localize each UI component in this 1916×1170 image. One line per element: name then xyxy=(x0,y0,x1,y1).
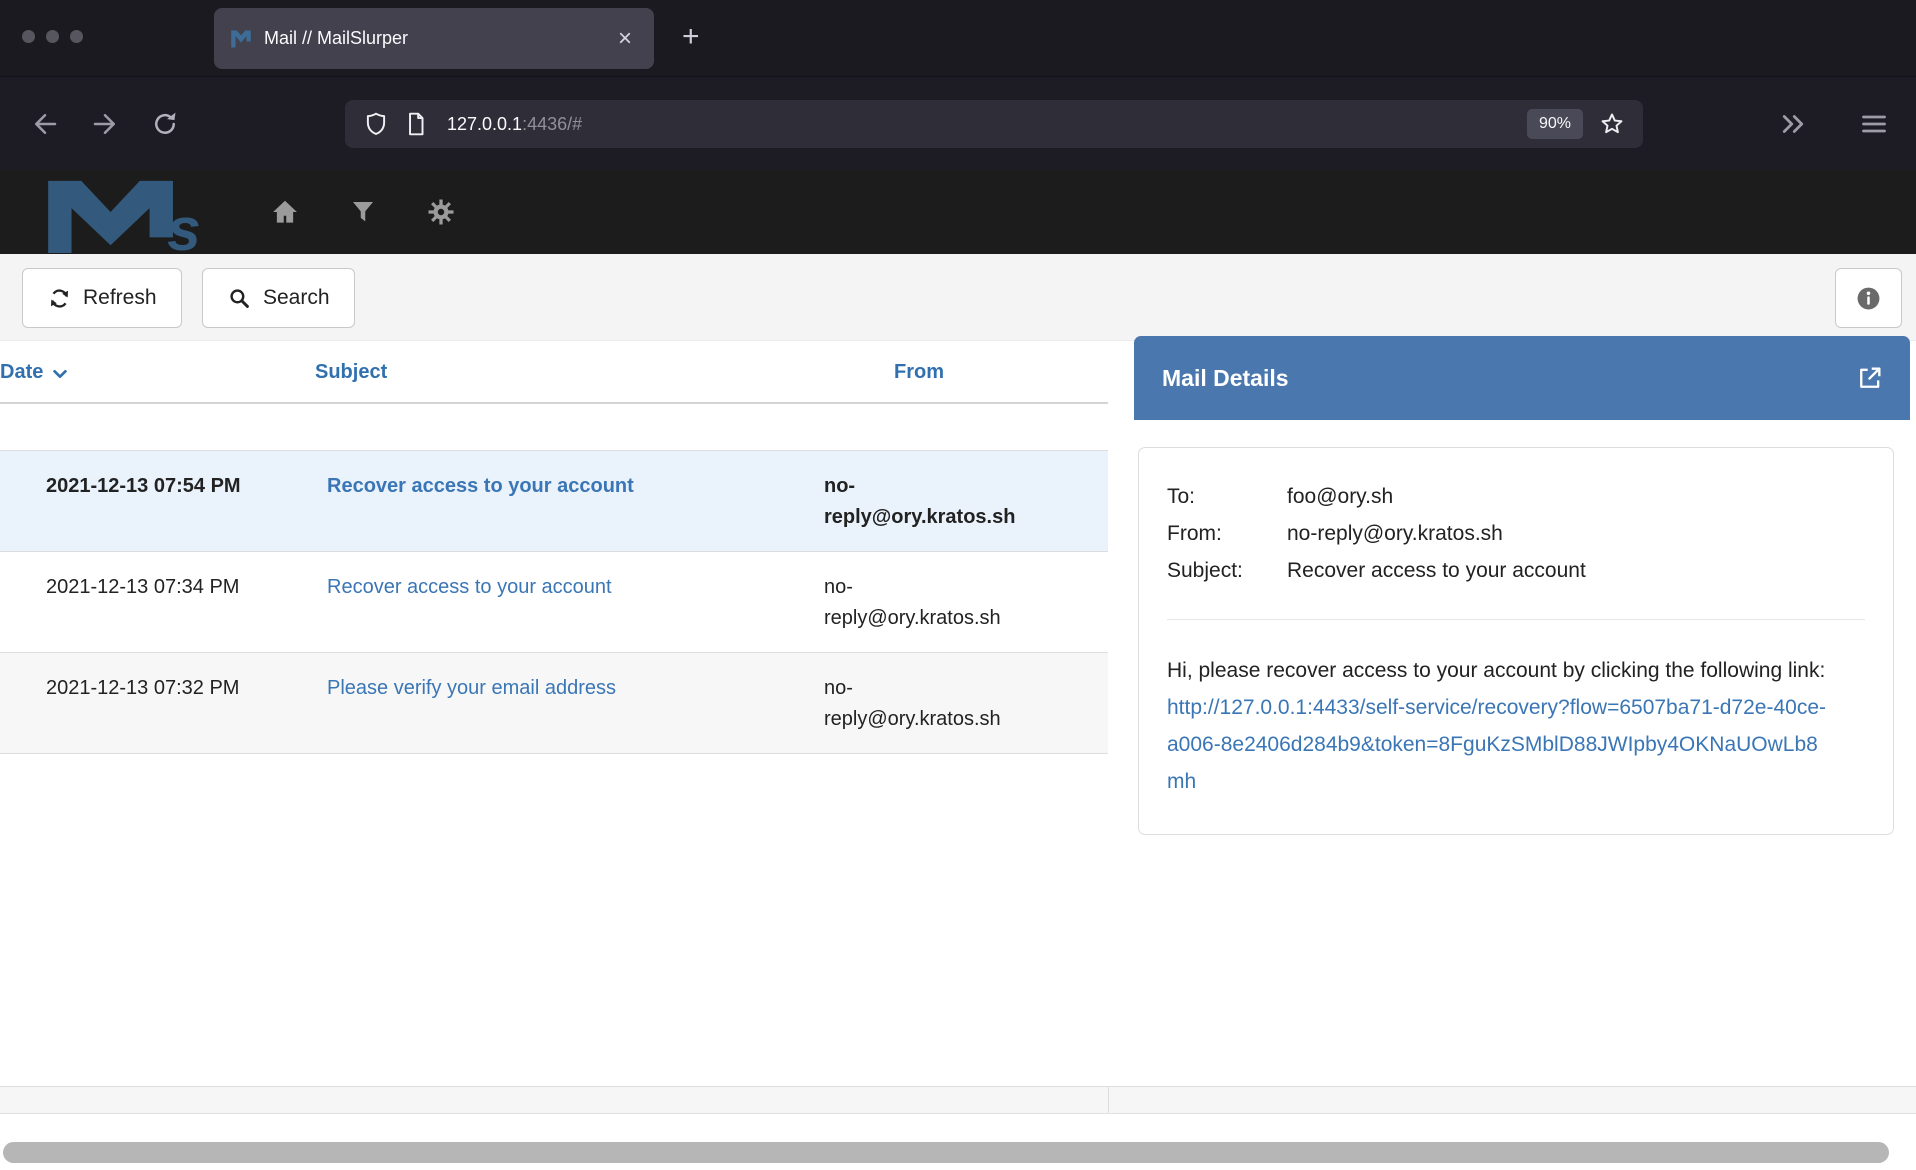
mail-row-subject: Recover access to your account xyxy=(315,451,824,551)
mail-subject-link[interactable]: Recover access to your account xyxy=(327,576,612,598)
hamburger-menu-icon[interactable] xyxy=(1860,110,1888,138)
reload-icon[interactable] xyxy=(150,109,180,139)
mail-details-card: To: foo@ory.sh From: no-reply@ory.kratos… xyxy=(1138,447,1894,835)
page-info-icon[interactable] xyxy=(403,111,429,137)
mail-subject-link[interactable]: Please verify your email address xyxy=(327,677,616,699)
horizontal-scrollbar[interactable] xyxy=(3,1142,1889,1163)
mail-table-header: Date Subject From xyxy=(0,341,1108,404)
sort-desc-chevron-icon xyxy=(51,365,69,383)
back-icon[interactable] xyxy=(30,109,60,139)
browser-navbar: 127.0.0.1:4436/# 90% xyxy=(0,76,1916,170)
mailslurper-logo: s xyxy=(34,175,230,253)
subject-label: Subject: xyxy=(1167,552,1287,589)
table-spacer xyxy=(0,404,1108,450)
home-icon[interactable] xyxy=(270,197,300,227)
column-header-subject[interactable]: Subject xyxy=(315,341,824,402)
window-controls[interactable] xyxy=(22,30,83,43)
mail-list-row[interactable]: 2021-12-13 07:54 PM Recover access to yo… xyxy=(0,450,1108,551)
search-button-label: Search xyxy=(263,286,330,310)
mail-row-date: 2021-12-13 07:32 PM xyxy=(0,653,315,753)
tab-close-icon[interactable]: × xyxy=(612,25,638,53)
url-text[interactable]: 127.0.0.1:4436/# xyxy=(447,114,1527,135)
mail-row-from: no-reply@ory.kratos.sh xyxy=(824,653,1108,753)
mail-row-date: 2021-12-13 07:34 PM xyxy=(0,552,315,652)
mail-table-body: 2021-12-13 07:54 PM Recover access to yo… xyxy=(0,450,1108,754)
from-header-label: From xyxy=(894,361,944,383)
panels-footer-strip xyxy=(0,1086,1916,1114)
date-header-label: Date xyxy=(0,357,43,388)
filter-icon[interactable] xyxy=(348,197,378,227)
from-label: From: xyxy=(1167,515,1287,552)
field-from: From: no-reply@ory.kratos.sh xyxy=(1167,515,1865,552)
to-value: foo@ory.sh xyxy=(1287,478,1393,515)
url-path: :4436/# xyxy=(522,114,582,134)
open-external-icon[interactable] xyxy=(1856,364,1884,392)
window-control-dot[interactable] xyxy=(22,30,35,43)
recovery-link[interactable]: http://127.0.0.1:4433/self-service/recov… xyxy=(1167,696,1826,793)
mailslurper-app-bar: s xyxy=(0,170,1916,254)
search-button[interactable]: Search xyxy=(202,268,355,328)
mail-row-subject: Please verify your email address xyxy=(315,653,824,753)
mail-body: Hi, please recover access to your accoun… xyxy=(1167,652,1827,800)
browser-tab[interactable]: Mail // MailSlurper × xyxy=(214,8,654,69)
subject-value: Recover access to your account xyxy=(1287,552,1586,589)
app-toolbar: Refresh Search xyxy=(0,254,1916,341)
footer-panel-divider xyxy=(1108,1087,1109,1113)
details-divider xyxy=(1167,619,1865,620)
mail-list-row[interactable]: 2021-12-13 07:32 PM Please verify your e… xyxy=(0,652,1108,754)
field-subject: Subject: Recover access to your account xyxy=(1167,552,1865,589)
mail-list-row[interactable]: 2021-12-13 07:34 PM Recover access to yo… xyxy=(0,551,1108,652)
overflow-chevrons-icon[interactable] xyxy=(1778,109,1808,139)
zoom-level-badge[interactable]: 90% xyxy=(1527,109,1583,139)
refresh-button[interactable]: Refresh xyxy=(22,268,182,328)
search-icon xyxy=(227,286,252,311)
field-to: To: foo@ory.sh xyxy=(1167,478,1865,515)
info-button[interactable] xyxy=(1835,268,1902,328)
mail-row-date: 2021-12-13 07:54 PM xyxy=(0,451,315,551)
gear-icon[interactable] xyxy=(426,197,456,227)
mail-subject-link[interactable]: Recover access to your account xyxy=(327,475,634,497)
tab-title: Mail // MailSlurper xyxy=(264,28,612,49)
info-icon xyxy=(1856,286,1881,311)
new-tab-button[interactable]: + xyxy=(682,22,700,52)
forward-icon[interactable] xyxy=(90,109,120,139)
browser-window: Mail // MailSlurper × + xyxy=(0,0,1916,1170)
url-host: 127.0.0.1 xyxy=(447,114,522,134)
window-control-dot[interactable] xyxy=(70,30,83,43)
url-bar[interactable]: 127.0.0.1:4436/# 90% xyxy=(345,100,1643,148)
mail-body-text: Hi, please recover access to your accoun… xyxy=(1167,659,1825,682)
mail-details-panel: Mail Details To: foo@ory.sh From: no-rep… xyxy=(1134,336,1910,835)
column-header-date[interactable]: Date xyxy=(0,341,315,402)
logo-letter-s: s xyxy=(167,195,201,253)
bookmark-star-icon[interactable] xyxy=(1599,111,1625,137)
mailslurper-favicon xyxy=(230,28,252,50)
mail-row-subject: Recover access to your account xyxy=(315,552,824,652)
refresh-button-label: Refresh xyxy=(83,286,157,310)
shield-icon[interactable] xyxy=(363,111,389,137)
window-control-dot[interactable] xyxy=(46,30,59,43)
mail-row-from: no-reply@ory.kratos.sh xyxy=(824,552,1108,652)
mail-row-from: no-reply@ory.kratos.sh xyxy=(824,451,1108,551)
mail-list-table: Date Subject From 2021-12-13 07:54 PM Re… xyxy=(0,341,1108,754)
browser-tab-strip: Mail // MailSlurper × + xyxy=(0,0,1916,76)
refresh-icon xyxy=(47,286,72,311)
mail-details-header: Mail Details xyxy=(1134,336,1910,420)
to-label: To: xyxy=(1167,478,1287,515)
mail-details-title: Mail Details xyxy=(1162,365,1856,392)
column-header-from[interactable]: From xyxy=(824,341,1108,402)
from-value: no-reply@ory.kratos.sh xyxy=(1287,515,1503,552)
subject-header-label: Subject xyxy=(315,361,387,383)
